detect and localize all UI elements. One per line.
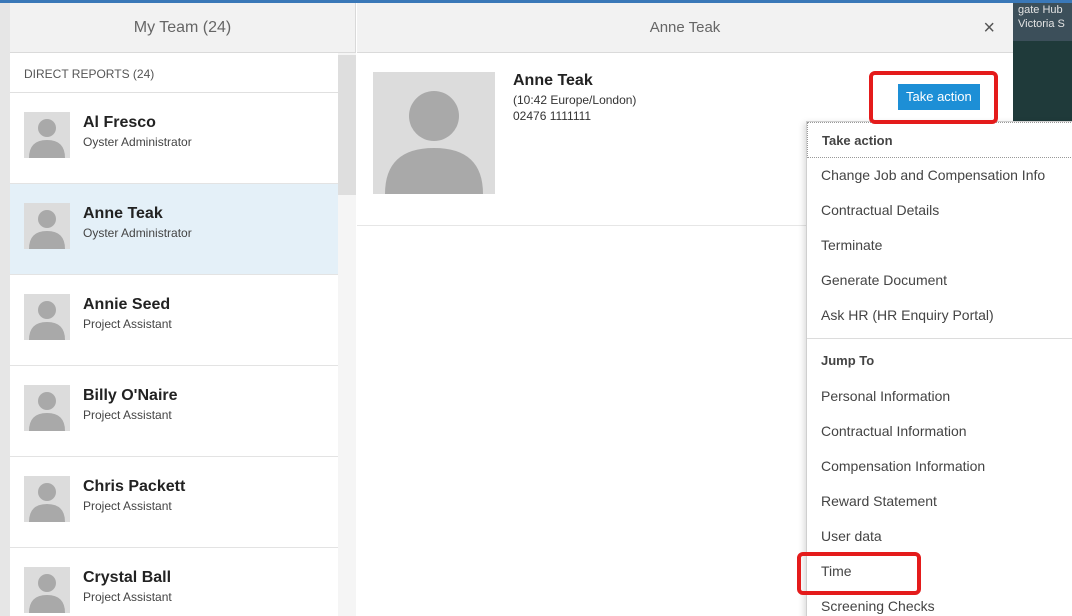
person-role: Project Assistant: [83, 317, 172, 331]
detail-title: Anne Teak: [649, 19, 721, 36]
person-name: Crystal Ball: [83, 569, 172, 586]
person-row[interactable]: Al Fresco Oyster Administrator: [10, 93, 338, 184]
menu-item-time[interactable]: Time: [807, 554, 1072, 589]
profile-name: Anne Teak: [513, 72, 593, 89]
person-silhouette-icon: [29, 574, 65, 613]
person-row-selected[interactable]: Anne Teak Oyster Administrator: [10, 184, 338, 275]
menu-header: Take action: [807, 122, 1072, 158]
person-row[interactable]: Chris Packett Project Assistant: [10, 457, 338, 548]
person-silhouette-icon: [29, 483, 65, 522]
menu-item-change-job[interactable]: Change Job and Compensation Info: [807, 158, 1072, 193]
avatar: [24, 476, 70, 522]
menu-item-generate-document[interactable]: Generate Document: [807, 263, 1072, 298]
menu-item-personal-information[interactable]: Personal Information: [807, 379, 1072, 414]
avatar: [24, 385, 70, 431]
profile-photo: [373, 72, 495, 194]
direct-reports-list: Al Fresco Oyster Administrator Anne Teak…: [10, 93, 338, 616]
menu-item-terminate[interactable]: Terminate: [807, 228, 1072, 263]
person-silhouette-icon: [385, 91, 483, 194]
person-role: Project Assistant: [83, 590, 172, 604]
my-team-title: My Team (24): [10, 3, 355, 53]
menu-item-screening-checks[interactable]: Screening Checks: [807, 589, 1072, 616]
menu-item-ask-hr[interactable]: Ask HR (HR Enquiry Portal): [807, 298, 1072, 333]
menu-item-reward-statement[interactable]: Reward Statement: [807, 484, 1072, 519]
person-name: Annie Seed: [83, 296, 171, 313]
background-text-1: gate Hub: [1018, 4, 1063, 16]
avatar: [24, 112, 70, 158]
scrollbar-thumb[interactable]: [338, 55, 356, 195]
close-icon[interactable]: ×: [983, 18, 995, 38]
direct-reports-label: DIRECT REPORTS (24): [10, 53, 338, 93]
person-silhouette-icon: [29, 119, 65, 158]
profile-phone[interactable]: 02476 1111111: [513, 109, 591, 123]
detail-header: Anne Teak ×: [357, 3, 1013, 53]
person-silhouette-icon: [29, 392, 65, 431]
menu-item-contractual-details[interactable]: Contractual Details: [807, 193, 1072, 228]
app-frame: gate Hub Victoria S My Team (24) DIRECT …: [0, 0, 1072, 616]
menu-item-user-data[interactable]: User data: [807, 519, 1072, 554]
list-scrollbar[interactable]: [338, 53, 356, 616]
menu-item-compensation-information[interactable]: Compensation Information: [807, 449, 1072, 484]
person-row[interactable]: Annie Seed Project Assistant: [10, 275, 338, 366]
person-name: Billy O'Naire: [83, 387, 178, 404]
person-role: Oyster Administrator: [83, 135, 192, 149]
jump-to-label: Jump To: [821, 353, 875, 368]
person-name: Anne Teak: [83, 205, 163, 222]
avatar: [24, 203, 70, 249]
my-team-panel: My Team (24) DIRECT REPORTS (24) Al Fres…: [10, 3, 356, 616]
person-role: Oyster Administrator: [83, 226, 192, 240]
avatar: [24, 567, 70, 613]
person-silhouette-icon: [29, 210, 65, 249]
person-row[interactable]: Crystal Ball Project Assistant: [10, 548, 338, 616]
take-action-button[interactable]: Take action: [898, 84, 980, 110]
profile-timezone: (10:42 Europe/London): [513, 93, 637, 107]
background-text-2: Victoria S: [1018, 18, 1065, 30]
person-silhouette-icon: [29, 301, 65, 340]
avatar: [24, 294, 70, 340]
person-role: Project Assistant: [83, 408, 172, 422]
person-name: Chris Packett: [83, 478, 186, 495]
left-edge-strip: [0, 3, 10, 616]
person-role: Project Assistant: [83, 499, 172, 513]
person-name: Al Fresco: [83, 114, 156, 131]
take-action-menu: Take action Change Job and Compensation …: [806, 121, 1072, 616]
menu-item-contractual-information[interactable]: Contractual Information: [807, 414, 1072, 449]
person-row[interactable]: Billy O'Naire Project Assistant: [10, 366, 338, 457]
